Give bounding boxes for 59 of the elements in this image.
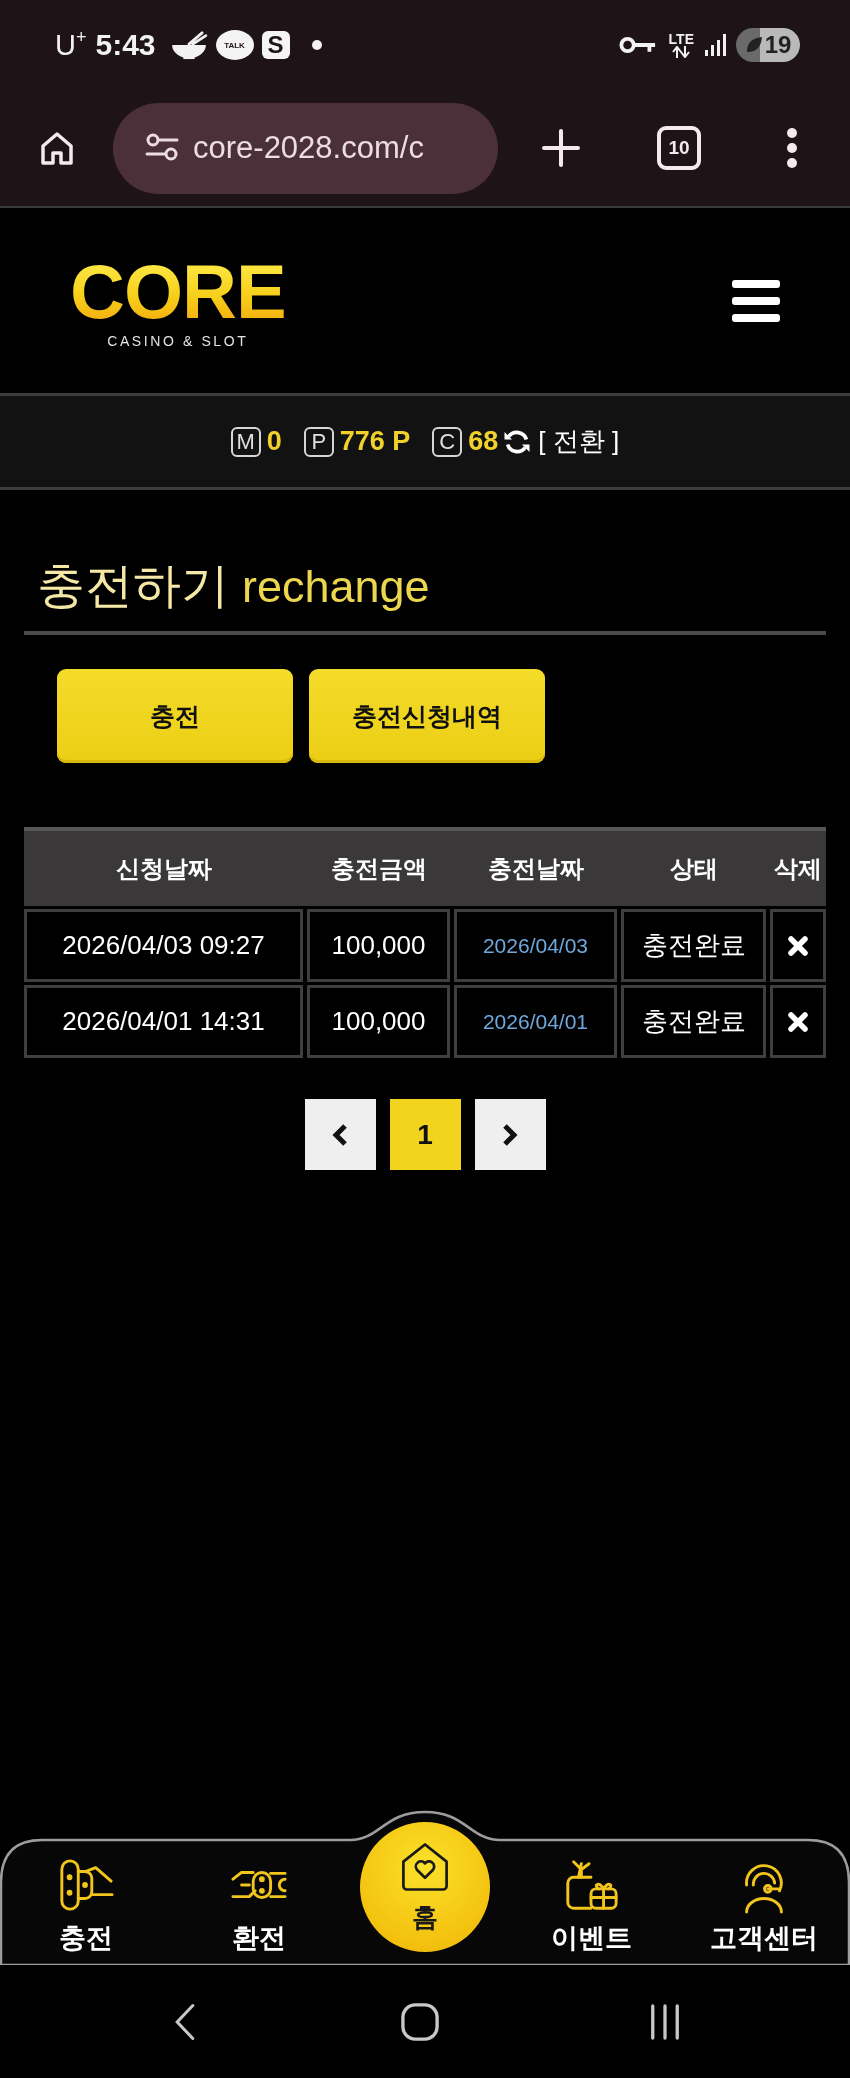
status-text: 충전완료 xyxy=(641,1005,746,1039)
leaf-icon xyxy=(744,36,763,54)
plus-icon[interactable] xyxy=(541,128,581,168)
menu-icon[interactable] xyxy=(732,279,780,322)
url-text: core-2028.com/c xyxy=(193,130,424,166)
balance-value: 0 xyxy=(266,426,282,457)
logo-tagline: CASINO & SLOT xyxy=(107,332,249,349)
page-button[interactable]: 1 xyxy=(389,1099,461,1171)
clock-text: 5:43 xyxy=(95,28,156,62)
nav-tab[interactable]: 환전 xyxy=(172,1842,345,1965)
nav-tab[interactable]: 충전 xyxy=(0,1842,173,1965)
column-header: 충전금액 xyxy=(329,853,428,884)
page-title: 충전하기 xyxy=(37,558,229,614)
tab-count-button[interactable]: 10 xyxy=(657,126,701,170)
balance-value: 776 P xyxy=(339,426,411,457)
data-arrows-icon xyxy=(671,46,692,58)
column-header: 신청날짜 xyxy=(114,853,213,884)
nav-tab[interactable]: 이벤트 xyxy=(505,1842,678,1965)
amount-text: 100,000 xyxy=(331,930,426,962)
charge-date-text: 2026/04/01 xyxy=(482,1009,589,1034)
amount-text: 100,000 xyxy=(331,1006,426,1038)
chevron-right-icon xyxy=(500,1122,520,1147)
currency-badge: P xyxy=(303,426,334,457)
recents-icon[interactable] xyxy=(649,2003,681,2040)
column-header: 충전날짜 xyxy=(486,853,585,884)
menu-button[interactable]: 충전신청내역 xyxy=(309,669,545,764)
currency-badge: M xyxy=(230,426,261,457)
balance-value: 68 xyxy=(468,426,499,457)
next-page-button[interactable] xyxy=(474,1099,546,1171)
charge-date-text: 2026/04/03 xyxy=(482,933,589,958)
signal-icon xyxy=(704,33,728,57)
home-icon[interactable] xyxy=(401,2002,439,2041)
request-time-text: 2026/04/03 09:27 xyxy=(62,930,265,962)
notification-dot-icon xyxy=(311,40,322,50)
battery-level-text: 19 xyxy=(764,33,792,57)
hand-coin-icon xyxy=(57,1856,116,1914)
currency-badge: C xyxy=(432,426,463,457)
delete-icon[interactable] xyxy=(787,934,809,957)
nav-tab[interactable]: 고객센터 xyxy=(677,1842,850,1965)
page-subtitle: rechange xyxy=(242,560,430,614)
network-type-text: LTE xyxy=(668,32,694,46)
convert-link[interactable]: [ 전환 ] xyxy=(538,424,620,459)
carrier-text: U$^{+}$ xyxy=(55,30,87,60)
address-bar[interactable]: core-2028.com/c xyxy=(113,102,498,194)
column-header: 상태 xyxy=(668,853,719,884)
key-icon xyxy=(618,35,657,55)
chat-bubble-badge: TALK xyxy=(215,30,254,60)
home-icon[interactable] xyxy=(39,130,75,166)
menu-button[interactable]: 충전 xyxy=(57,669,293,764)
column-header: 삭제 xyxy=(773,853,823,884)
app-letter-badge: S xyxy=(261,31,290,59)
delete-icon[interactable] xyxy=(787,1010,809,1033)
site-settings-icon xyxy=(145,133,179,163)
status-text: 충전완료 xyxy=(641,929,746,963)
request-time-text: 2026/04/01 14:31 xyxy=(62,1006,265,1038)
more-menu-icon[interactable] xyxy=(786,128,798,168)
chevron-left-icon xyxy=(330,1122,350,1147)
previous-page-button[interactable] xyxy=(304,1099,376,1171)
bowl-icon xyxy=(169,30,208,60)
